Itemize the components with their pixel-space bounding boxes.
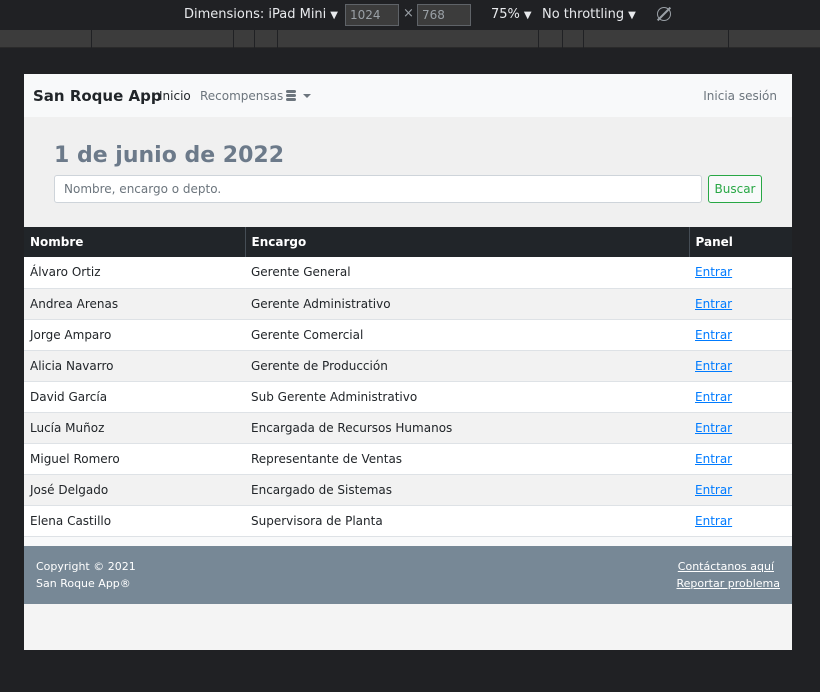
zoom-dropdown[interactable]: 75% ▼: [491, 7, 532, 22]
brand[interactable]: San Roque App: [33, 87, 162, 105]
cell-panel: Entrar: [689, 412, 792, 443]
cell-encargo: Gerente de Producción: [251, 358, 388, 373]
employees-table: Nombre Encargo Panel Álvaro Ortiz Gerente…: [24, 227, 792, 537]
cell-nombre: Alicia Navarro: [30, 358, 114, 373]
contact-link[interactable]: Contáctanos aquí: [678, 560, 774, 573]
table-row: Alicia Navarro Gerente de Producción Entra…: [24, 350, 792, 381]
cell-panel: Entrar: [689, 474, 792, 505]
footer: Copyright © 2021 San Roque App® Contácta…: [24, 546, 792, 604]
cell-encargo: Gerente General: [251, 265, 351, 280]
cell-encargo: Supervisora de Planta: [251, 513, 383, 528]
coins-icon: [286, 90, 298, 101]
table-row: Andrea Arenas Gerente Administrativo Entra…: [24, 288, 792, 319]
table-row: José Delgado Encargado de Sistemas Entrar: [24, 474, 792, 505]
search-input[interactable]: [54, 175, 702, 203]
cell-nombre: Jorge Amparo: [30, 327, 112, 342]
rotate-icon[interactable]: [657, 7, 671, 21]
cell-encargo: Gerente Comercial: [251, 327, 364, 342]
cell-encargo: Encargado de Sistemas: [251, 482, 393, 497]
times-icon: ×: [403, 6, 414, 21]
header-section: 1 de junio de 2022 Buscar: [24, 117, 792, 227]
page-title: 1 de junio de 2022: [54, 143, 285, 168]
table-row: Miguel Romero Representante de Ventas Entr…: [24, 443, 792, 474]
entrar-link[interactable]: Entrar: [695, 265, 732, 279]
table-row: Jorge Amparo Gerente Comercial Entrar: [24, 319, 792, 350]
chevron-down-icon: ▼: [523, 10, 532, 21]
entrar-link[interactable]: Entrar: [695, 328, 732, 342]
media-query-ruler: [0, 30, 820, 48]
cell-panel: Entrar: [689, 505, 792, 536]
column-header-nombre: Nombre: [30, 235, 84, 249]
cell-nombre: David García: [30, 389, 108, 404]
caret-down-icon: [303, 94, 312, 98]
entrar-link[interactable]: Entrar: [695, 421, 732, 435]
nav-recompensas-label: Recompensas: [200, 89, 284, 103]
entrar-link[interactable]: Entrar: [695, 390, 732, 404]
entrar-link[interactable]: Entrar: [695, 297, 732, 311]
search-button[interactable]: Buscar: [708, 175, 762, 203]
login-link[interactable]: Inicia sesión: [703, 89, 777, 103]
device-dropdown-label: Dimensions: iPad Mini: [184, 7, 327, 22]
device-dropdown[interactable]: Dimensions: iPad Mini ▼: [184, 7, 338, 22]
cell-panel: Entrar: [689, 381, 792, 412]
cell-panel: Entrar: [689, 257, 792, 288]
cell-nombre: José Delgado: [30, 482, 109, 497]
cell-panel: Entrar: [689, 443, 792, 474]
cell-encargo: Gerente Administrativo: [251, 296, 391, 311]
throttling-label: No throttling: [542, 7, 625, 22]
page-viewport: San Roque App Inicio Recompensas Inicia …: [24, 74, 792, 650]
throttling-dropdown[interactable]: No throttling ▼: [542, 7, 636, 22]
entrar-link[interactable]: Entrar: [695, 359, 732, 373]
nav-recompensas-dropdown[interactable]: Recompensas: [200, 89, 312, 103]
footer-app-name: San Roque App®: [36, 577, 131, 590]
height-input[interactable]: 768: [417, 4, 471, 26]
chevron-down-icon: ▼: [330, 10, 338, 21]
copyright-text: Copyright © 2021: [36, 560, 136, 573]
column-header-encargo: Encargo: [244, 227, 689, 257]
entrar-link[interactable]: Entrar: [695, 483, 732, 497]
cell-nombre: Andrea Arenas: [30, 296, 119, 311]
chevron-down-icon: ▼: [628, 10, 636, 21]
table-row: Álvaro Ortiz Gerente General Entrar: [24, 257, 792, 288]
nav-inicio[interactable]: Inicio: [159, 89, 191, 103]
navbar: San Roque App Inicio Recompensas Inicia …: [24, 74, 792, 117]
devtools-device-toolbar: Dimensions: iPad Mini ▼ 1024 × 768 75% ▼ N…: [0, 0, 820, 30]
cell-encargo: Encargada de Recursos Humanos: [251, 420, 453, 435]
cell-nombre: Álvaro Ortiz: [30, 265, 101, 280]
cell-encargo: Sub Gerente Administrativo: [251, 389, 418, 404]
width-input[interactable]: 1024: [345, 4, 399, 26]
table-row: David García Sub Gerente Administrativo En…: [24, 381, 792, 412]
cell-panel: Entrar: [689, 350, 792, 381]
cell-panel: Entrar: [689, 288, 792, 319]
page-bottom-area: [24, 604, 792, 650]
cell-encargo: Representante de Ventas: [251, 451, 403, 466]
cell-panel: Entrar: [689, 319, 792, 350]
table-row: Lucía Muñoz Encargada de Recursos Humanos…: [24, 412, 792, 443]
column-header-panel: Panel: [688, 227, 792, 257]
table-row: Elena Castillo Supervisora de Planta Entra…: [24, 505, 792, 536]
table-header-row: Nombre Encargo Panel: [24, 227, 792, 257]
entrar-link[interactable]: Entrar: [695, 514, 732, 528]
cell-nombre: Elena Castillo: [30, 513, 112, 528]
entrar-link[interactable]: Entrar: [695, 452, 732, 466]
cell-nombre: Lucía Muñoz: [30, 420, 105, 435]
cell-nombre: Miguel Romero: [30, 451, 120, 466]
report-problem-link[interactable]: Reportar problema: [677, 577, 780, 590]
zoom-label: 75%: [491, 7, 520, 22]
